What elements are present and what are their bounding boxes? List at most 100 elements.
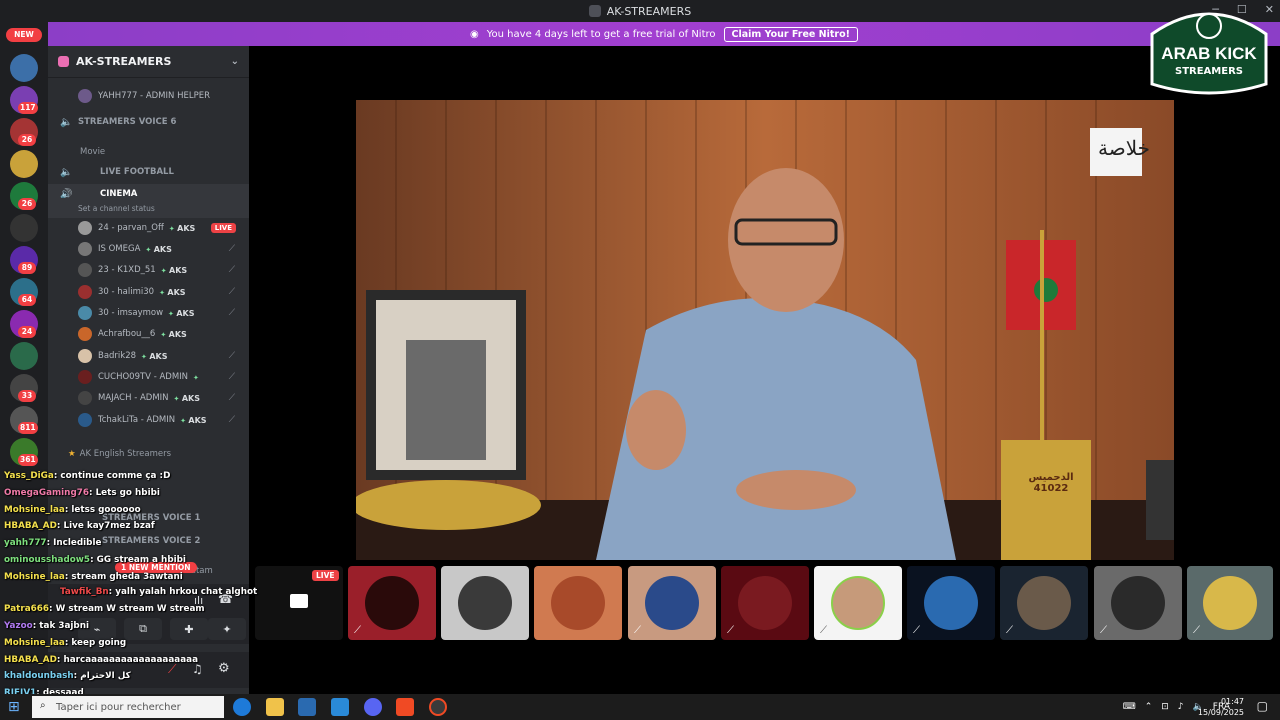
avatar [78, 391, 92, 405]
server-icon[interactable] [10, 214, 38, 242]
voice-member[interactable]: 30 - halimi30 AKS ⟋ [48, 282, 249, 302]
window-titlebar: AK-STREAMERS ─ ☐ ✕ [0, 0, 1280, 22]
chat-text: : yalh yalah hrkou chat alghot [108, 587, 258, 597]
windows-start-icon[interactable]: ⊞ [8, 699, 20, 715]
brave-icon[interactable] [396, 698, 414, 716]
avatar [78, 413, 92, 427]
deafened-icon: ⟋ [1006, 625, 1013, 636]
participant-tile[interactable] [441, 566, 529, 640]
avatar [1017, 576, 1071, 630]
member-name: YAHH777 - ADMIN HELPER [98, 91, 210, 101]
speaker-icon: 🔈 [60, 116, 73, 128]
guild-header[interactable]: AK-STREAMERS ⌄ [48, 46, 249, 78]
server-badge: 33 [18, 390, 36, 402]
new-badge[interactable]: NEW [6, 28, 42, 42]
file-explorer-icon[interactable] [266, 698, 284, 716]
stream-video[interactable]: خلاصة الدحميس 41022 [356, 100, 1174, 560]
deafened-icon: ⟋ [228, 393, 235, 403]
server-icon[interactable] [10, 150, 38, 178]
window-title: AK-STREAMERS [606, 4, 692, 18]
voice-member[interactable]: CUCHO09TV - ADMIN ⟋ [48, 367, 249, 387]
chat-message: OmegaGaming76: Lets go hbibi [4, 488, 160, 498]
avatar [551, 576, 605, 630]
voice-member[interactable]: YAHH777 - ADMIN HELPER [48, 86, 249, 106]
chat-text: : GG stream a hbibi [90, 555, 186, 565]
category-movie[interactable]: Movie [48, 142, 249, 162]
chat-text: : continue comme ça :D [53, 471, 171, 481]
participant-tile[interactable] [534, 566, 622, 640]
deafened-icon: ⟋ [228, 244, 235, 254]
notification-icon[interactable]: ▢ [1257, 699, 1268, 713]
network-icon[interactable]: ⊡ [1161, 702, 1169, 712]
search-placeholder: Taper ici pour rechercher [56, 701, 181, 713]
chat-nick: Yass_DiGa [4, 471, 54, 481]
discord-taskbar-icon[interactable] [364, 698, 382, 716]
voice-member[interactable]: 23 - K1XD_51 AKS ⟋ [48, 260, 249, 280]
participant-tile[interactable]: ⟋ [721, 566, 809, 640]
chat-text: : كل الاحترام [73, 671, 131, 681]
deafened-icon: ⟋ [228, 265, 235, 275]
participant-tile[interactable]: ⟋ [1000, 566, 1088, 640]
voice-member[interactable]: Achrafbou__6 AKS [48, 324, 249, 344]
member-name: 30 - imsaymow [98, 308, 164, 318]
server-icon[interactable] [10, 342, 38, 370]
voice-member[interactable]: 30 - imsaymow AKS ⟋ [48, 303, 249, 323]
chat-text: : tak 3ajbni [32, 621, 90, 631]
server-badge: 117 [18, 102, 38, 114]
chevron-down-icon[interactable]: ⌄ [231, 56, 239, 67]
server-badge: 64 [18, 294, 36, 306]
tea-box-label: الدحميس 41022 [1028, 472, 1074, 494]
chevron-up-icon[interactable]: ⌃ [1145, 702, 1153, 712]
claim-nitro-button[interactable]: Claim Your Free Nitro! [723, 26, 858, 42]
server-icon[interactable] [10, 54, 38, 82]
store-icon[interactable] [298, 698, 316, 716]
participant-tile[interactable]: ⟋ [907, 566, 995, 640]
taskbar-search-input[interactable]: ⌕ Taper ici pour rechercher [32, 696, 224, 718]
deafened-icon: ⟋ [820, 625, 827, 636]
channel-streamers-voice-6[interactable]: 🔈 STREAMERS VOICE 6 [48, 112, 249, 132]
chat-message: Yazoo: tak 3ajbni [4, 621, 89, 631]
chat-text: : Lets go hbibi [88, 488, 160, 498]
chat-nick: Mohsine_laa [4, 638, 65, 648]
voice-member[interactable]: TchakLiTa - ADMIN AKS ⟋ [48, 410, 249, 430]
edge-icon[interactable] [233, 698, 251, 716]
participant-tile[interactable]: ⟋ [1094, 566, 1182, 640]
chat-text: : W stream W stream W stream [49, 604, 205, 614]
voice-member[interactable]: MAJACH - ADMIN AKS ⟋ [48, 388, 249, 408]
category-ak-english[interactable]: ★ AK English Streamers [48, 444, 249, 464]
channel-status[interactable]: Set a channel status [48, 198, 249, 218]
chat-nick: yahh777 [4, 538, 47, 548]
deafened-icon: ⟋ [228, 372, 235, 382]
obs-icon[interactable] [429, 698, 447, 716]
participant-tile[interactable]: ⟋ [348, 566, 436, 640]
chat-nick: HBABA_AD [4, 655, 57, 665]
channel-live-football[interactable]: 🔈 LIVE FOOTBALL [48, 162, 249, 182]
microphone-icon[interactable]: ♪ [1178, 702, 1184, 712]
participant-tile[interactable]: ⟋ [814, 566, 902, 640]
windows-taskbar: ⊞ ⌕ Taper ici pour rechercher ⌨ ⌃ ⊡ ♪ 🔈 … [0, 694, 1280, 720]
voice-member[interactable]: Badrik28 AKS ⟋ [48, 346, 249, 366]
channel-name: LIVE FOOTBALL [100, 167, 174, 177]
participant-tile[interactable]: ⟋ [1187, 566, 1273, 640]
chat-overlay: Yass_DiGa: continue comme ça :D OmegaGam… [0, 466, 257, 706]
avatar [458, 576, 512, 630]
chat-message: ominousshadow5: GG stream a hbibi [4, 555, 186, 565]
member-tag: AKS [141, 352, 167, 361]
chat-nick: Patra666 [4, 604, 49, 614]
member-tag: AKS [174, 394, 200, 403]
chat-nick: Yazoo [4, 621, 33, 631]
mail-icon[interactable] [331, 698, 349, 716]
avatar [924, 576, 978, 630]
voice-member[interactable]: IS OMEGA AKS ⟋ [48, 239, 249, 259]
voice-member[interactable]: 24 - parvan_Off AKS LIVE [48, 218, 249, 238]
member-name: 24 - parvan_Off [98, 223, 164, 233]
keyboard-icon[interactable]: ⌨ [1123, 702, 1136, 712]
server-badge: 24 [18, 326, 36, 338]
avatar [78, 242, 92, 256]
clock-date: 15/09/2025 [1197, 708, 1244, 717]
server-badge: 811 [18, 422, 38, 434]
taskbar-clock[interactable]: 01:47 15/09/2025 [1198, 696, 1244, 718]
participant-tile[interactable]: ⟋ [628, 566, 716, 640]
chat-nick: Tawfik_Bn [60, 587, 109, 597]
chat-message: Patra666: W stream W stream W stream [4, 604, 205, 614]
